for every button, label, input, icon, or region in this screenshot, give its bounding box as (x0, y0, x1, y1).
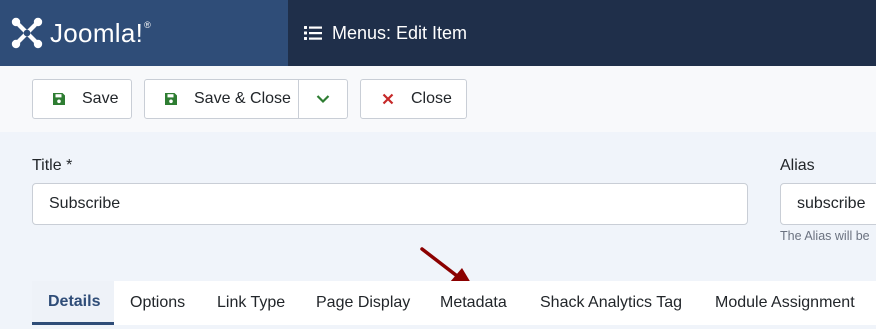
chevron-down-icon (316, 95, 330, 104)
save-label: Save (82, 90, 119, 107)
tab-metadata[interactable]: Metadata (440, 281, 540, 325)
brand-text: Joomla! (50, 17, 144, 48)
close-x-icon (382, 93, 394, 105)
close-button[interactable]: Close (360, 79, 467, 119)
save-options-dropdown-toggle[interactable] (299, 80, 347, 118)
floppy-disk-icon (165, 93, 177, 105)
page-title: Menus: Edit Item (332, 22, 468, 43)
tab-shack-analytics-tag[interactable]: Shack Analytics Tag (540, 281, 715, 325)
toolbar: Save Save & Close Close (0, 66, 876, 132)
tab-page-display[interactable]: Page Display (316, 281, 440, 325)
close-label: Close (411, 90, 452, 107)
brand-area[interactable]: Joomla!® (0, 0, 288, 66)
tab-link-type[interactable]: Link Type (217, 281, 316, 325)
floppy-disk-icon (53, 93, 65, 105)
tab-details[interactable]: Details (32, 281, 114, 325)
title-label: Title * (32, 157, 73, 174)
registered-mark: ® (144, 19, 152, 30)
brand-name: Joomla!® (50, 18, 151, 49)
tab-bar: Details Options Link Type Page Display M… (32, 281, 876, 325)
save-close-label: Save & Close (194, 90, 291, 107)
list-icon (304, 26, 322, 40)
admin-header: Joomla!® Menus: Edit Item (0, 0, 876, 66)
save-button[interactable]: Save (32, 79, 132, 119)
alias-hint: The Alias will be (780, 229, 870, 243)
alias-label: Alias (780, 157, 815, 174)
save-close-button[interactable]: Save & Close (145, 80, 298, 118)
title-input[interactable]: Subscribe (32, 183, 748, 225)
tab-options[interactable]: Options (114, 281, 217, 325)
save-close-button-group: Save & Close (144, 79, 348, 119)
joomla-logo-icon (11, 17, 43, 49)
title-bar: Menus: Edit Item (288, 0, 876, 66)
alias-input[interactable]: subscribe (780, 183, 876, 225)
tab-module-assignment[interactable]: Module Assignment (715, 281, 876, 325)
